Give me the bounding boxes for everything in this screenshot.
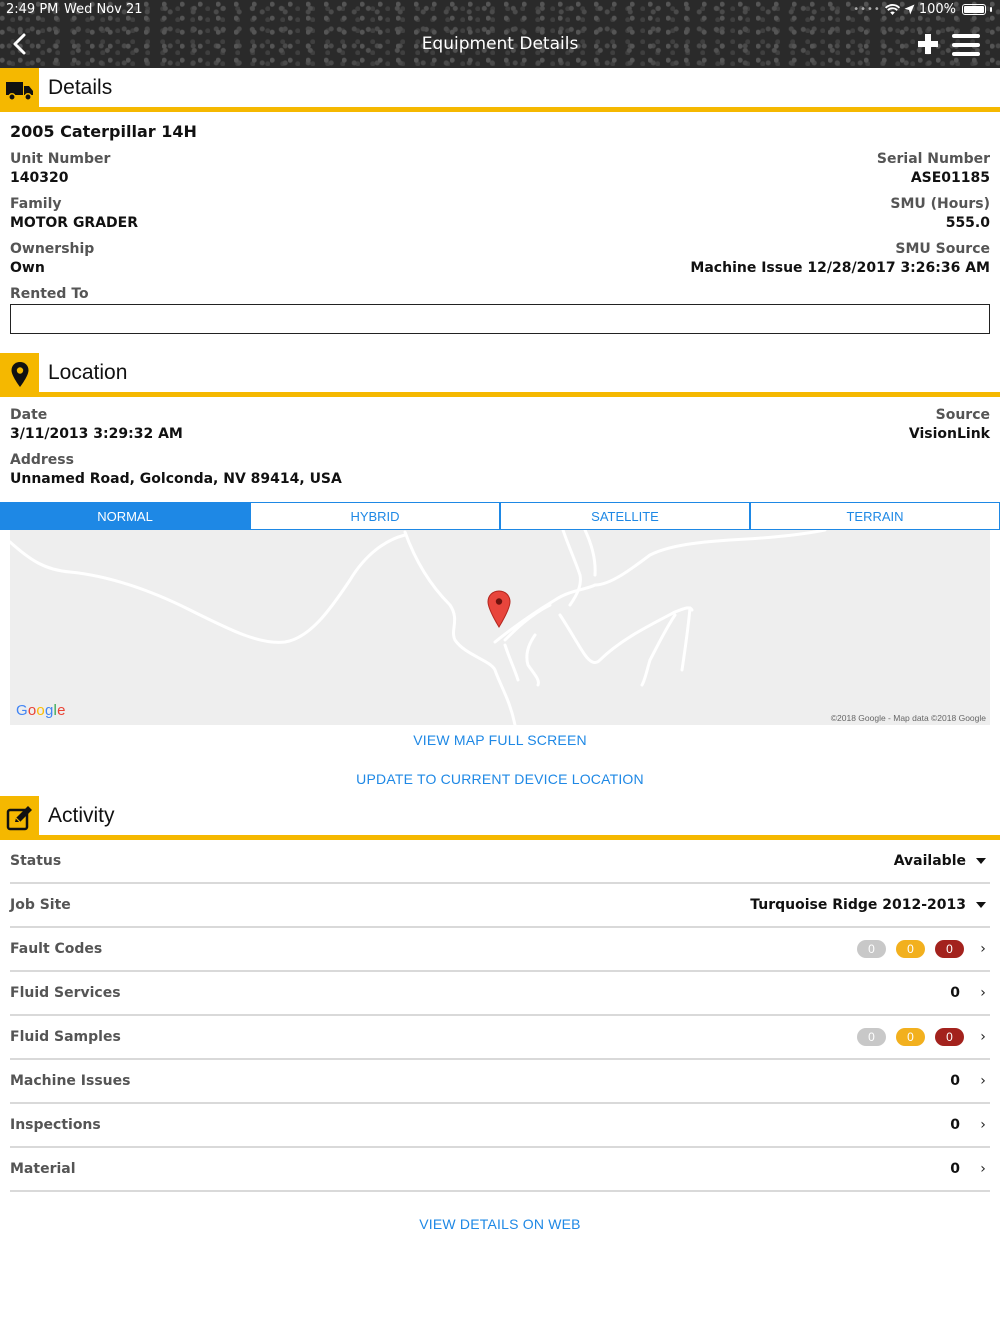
chevron-right-icon: › bbox=[980, 941, 986, 957]
smu-source-label: SMU Source bbox=[895, 241, 990, 257]
ownership-label: Ownership bbox=[10, 241, 95, 257]
update-device-location-link[interactable]: UPDATE TO CURRENT DEVICE LOCATION bbox=[0, 771, 1000, 787]
fault-count-gray: 0 bbox=[857, 940, 886, 958]
activity-row-fault-codes[interactable]: Fault Codes 0 0 0 › bbox=[10, 928, 990, 972]
sample-count-yellow: 0 bbox=[896, 1028, 925, 1046]
location-source-value: VisionLink bbox=[908, 426, 990, 442]
fault-code-counts: 0 0 0 bbox=[847, 940, 964, 958]
sample-count-gray: 0 bbox=[857, 1028, 886, 1046]
map-tab-normal[interactable]: NORMAL bbox=[0, 502, 250, 530]
battery-icon bbox=[962, 4, 986, 15]
unit-number-value: 140320 bbox=[10, 170, 69, 186]
job-site-label: Job Site bbox=[10, 897, 71, 913]
fluid-samples-label: Fluid Samples bbox=[10, 1029, 121, 1045]
activity-list: Status Available Job Site Turquoise Ridg… bbox=[10, 840, 990, 1192]
fluid-sample-counts: 0 0 0 bbox=[847, 1028, 964, 1046]
caret-down-icon bbox=[976, 902, 986, 908]
serial-number-value: ASE01185 bbox=[910, 170, 990, 186]
smu-label: SMU (Hours) bbox=[890, 196, 990, 212]
chevron-right-icon: › bbox=[980, 1161, 986, 1177]
map-marker-icon[interactable] bbox=[487, 590, 511, 628]
fluid-services-label: Fluid Services bbox=[10, 985, 121, 1001]
activity-row-material[interactable]: Material 0 › bbox=[10, 1148, 990, 1192]
location-arrow-icon bbox=[904, 4, 915, 15]
details-section-title: Details bbox=[48, 76, 113, 99]
add-button[interactable] bbox=[916, 32, 940, 56]
location-date-label: Date bbox=[10, 407, 48, 423]
job-site-value: Turquoise Ridge 2012-2013 bbox=[750, 897, 966, 913]
activity-row-machine-issues[interactable]: Machine Issues 0 › bbox=[10, 1060, 990, 1104]
map-attribution: ©2018 Google - Map data ©2018 Google bbox=[830, 713, 986, 723]
inspections-label: Inspections bbox=[10, 1117, 101, 1133]
hamburger-menu-icon bbox=[952, 34, 980, 56]
truck-icon bbox=[0, 68, 39, 112]
chevron-right-icon: › bbox=[980, 1117, 986, 1133]
page-title: Equipment Details bbox=[421, 34, 579, 54]
serial-number-label: Serial Number bbox=[876, 151, 990, 167]
activity-row-fluid-samples[interactable]: Fluid Samples 0 0 0 › bbox=[10, 1016, 990, 1060]
fault-count-yellow: 0 bbox=[896, 940, 925, 958]
material-label: Material bbox=[10, 1161, 76, 1177]
location-section-header: Location bbox=[0, 353, 1000, 397]
smu-value: 555.0 bbox=[945, 215, 990, 231]
chevron-right-icon: › bbox=[980, 1029, 986, 1045]
view-details-on-web-link[interactable]: VIEW DETAILS ON WEB bbox=[0, 1216, 1000, 1232]
address-value: Unnamed Road, Golconda, NV 89414, USA bbox=[10, 471, 342, 487]
battery-percent: 100% bbox=[918, 2, 956, 17]
top-navigation-bar: 2:49 PM Wed Nov 21 •••• 100% Equipment D… bbox=[0, 0, 1000, 68]
location-date-value: 3/11/2013 3:29:32 AM bbox=[10, 426, 183, 442]
fluid-services-count: 0 bbox=[950, 985, 960, 1001]
activity-section-header: Activity bbox=[0, 796, 1000, 840]
activity-row-fluid-services[interactable]: Fluid Services 0 › bbox=[10, 972, 990, 1016]
map-pin-icon bbox=[0, 353, 39, 397]
equipment-name: 2005 Caterpillar 14H bbox=[10, 122, 197, 141]
status-indicators: •••• 100% bbox=[853, 2, 992, 17]
unit-number-label: Unit Number bbox=[10, 151, 111, 167]
details-section-header: Details bbox=[0, 68, 1000, 112]
machine-issues-count: 0 bbox=[950, 1073, 960, 1089]
battery-tip bbox=[990, 7, 992, 12]
map-view[interactable]: Google ©2018 Google - Map data ©2018 Goo… bbox=[10, 530, 990, 725]
map-type-tabs: NORMAL HYBRID SATELLITE TERRAIN bbox=[0, 502, 1000, 530]
view-map-full-screen-link[interactable]: VIEW MAP FULL SCREEN bbox=[0, 732, 1000, 748]
family-label: Family bbox=[10, 196, 62, 212]
map-tab-satellite[interactable]: SATELLITE bbox=[500, 502, 750, 530]
machine-issues-label: Machine Issues bbox=[10, 1073, 131, 1089]
ownership-value: Own bbox=[10, 260, 45, 276]
activity-section-title: Activity bbox=[48, 804, 115, 827]
location-source-label: Source bbox=[935, 407, 990, 423]
location-section-title: Location bbox=[48, 361, 128, 384]
status-value: Available bbox=[893, 853, 966, 869]
edit-icon bbox=[0, 796, 39, 840]
fault-count-red: 0 bbox=[935, 940, 964, 958]
address-label: Address bbox=[10, 452, 74, 468]
activity-row-status[interactable]: Status Available bbox=[10, 840, 990, 884]
google-logo: Google bbox=[16, 702, 66, 719]
activity-row-job-site[interactable]: Job Site Turquoise Ridge 2012-2013 bbox=[10, 884, 990, 928]
activity-row-inspections[interactable]: Inspections 0 › bbox=[10, 1104, 990, 1148]
wifi-icon bbox=[884, 3, 900, 15]
map-tab-hybrid[interactable]: HYBRID bbox=[250, 502, 500, 530]
status-date: Wed Nov 21 bbox=[64, 2, 143, 17]
rented-to-label: Rented To bbox=[10, 286, 89, 302]
plus-icon bbox=[918, 34, 938, 54]
menu-button[interactable] bbox=[952, 34, 980, 56]
caret-down-icon bbox=[976, 858, 986, 864]
status-time: 2:49 PM bbox=[6, 2, 59, 17]
inspections-count: 0 bbox=[950, 1117, 960, 1133]
chevron-right-icon: › bbox=[980, 985, 986, 1001]
family-value: MOTOR GRADER bbox=[10, 215, 139, 231]
map-tab-terrain[interactable]: TERRAIN bbox=[750, 502, 1000, 530]
status-label: Status bbox=[10, 853, 62, 869]
material-count: 0 bbox=[950, 1161, 960, 1177]
chevron-right-icon: › bbox=[980, 1073, 986, 1089]
sample-count-red: 0 bbox=[935, 1028, 964, 1046]
rented-to-input[interactable] bbox=[10, 304, 990, 334]
smu-source-value: Machine Issue 12/28/2017 3:26:36 AM bbox=[690, 260, 990, 276]
fault-codes-label: Fault Codes bbox=[10, 941, 103, 957]
signal-dots-icon: •••• bbox=[853, 4, 881, 15]
